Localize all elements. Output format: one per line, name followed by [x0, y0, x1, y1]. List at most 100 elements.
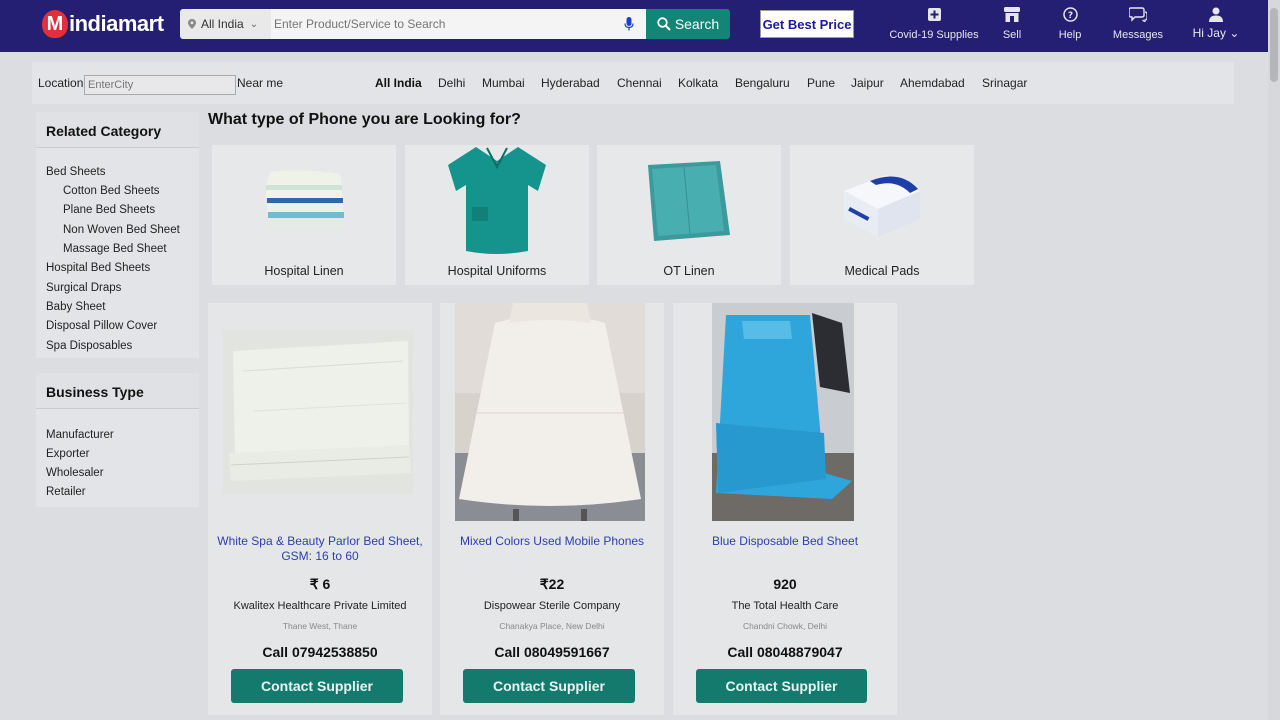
category-link[interactable]: Bed Sheets [46, 166, 105, 178]
product-card: White Spa & Beauty Parlor Bed Sheet, GSM… [208, 303, 432, 715]
business-type-link[interactable]: Retailer [46, 486, 86, 498]
category-link[interactable]: Surgical Draps [46, 282, 121, 294]
product-price: 920 [773, 576, 797, 592]
medical-pads-image [790, 145, 974, 257]
business-type-heading: Business Type [36, 373, 199, 409]
city-link-mumbai[interactable]: Mumbai [482, 76, 525, 90]
category-label: Hospital Uniforms [447, 264, 547, 278]
category-label: OT Linen [663, 264, 715, 278]
chevron-down-icon: ⌄ [1229, 26, 1240, 40]
category-link[interactable]: Hospital Bed Sheets [46, 262, 150, 274]
business-type-panel: Business Type Manufacturer Exporter Whol… [36, 373, 199, 507]
nav-help[interactable]: ? Help [1050, 4, 1090, 48]
page-title: What type of Phone you are Looking for? [208, 111, 521, 128]
category-link[interactable]: Plane Bed Sheets [63, 204, 155, 216]
location-pin-icon [188, 19, 196, 29]
voice-search-button[interactable] [612, 9, 646, 39]
supplier-name[interactable]: The Total Health Care [673, 600, 897, 612]
business-type-link[interactable]: Manufacturer [46, 429, 114, 441]
category-card-hospital-linen[interactable]: Hospital Linen [212, 145, 396, 285]
chat-icon [1129, 6, 1147, 22]
nav-label: Help [1058, 29, 1082, 41]
category-link[interactable]: Massage Bed Sheet [63, 243, 167, 255]
product-price: ₹22 [539, 576, 565, 592]
city-link-pune[interactable]: Pune [807, 76, 835, 90]
nav-account-menu[interactable]: Hi Jay ⌄ [1188, 4, 1244, 48]
nav-label: Hi Jay [1192, 26, 1226, 40]
ot-linen-image [597, 145, 781, 257]
city-input[interactable] [84, 75, 236, 95]
category-link[interactable]: Disposal Pillow Cover [46, 320, 157, 332]
city-link-all-india[interactable]: All India [375, 76, 422, 90]
top-header: M indiamart All India ⌄ Search Get Best … [0, 0, 1268, 52]
business-type-link[interactable]: Wholesaler [46, 467, 104, 479]
supplier-location: Chanakya Place, New Delhi [499, 621, 605, 631]
category-label: Hospital Linen [264, 264, 344, 278]
category-label: Medical Pads [844, 264, 920, 278]
search-button-label: Search [674, 16, 720, 32]
product-image[interactable] [712, 303, 854, 521]
svg-text:?: ? [1067, 11, 1072, 21]
supplier-name[interactable]: Kwalitex Healthcare Private Limited [208, 600, 432, 612]
user-icon [1209, 7, 1223, 22]
hospital-uniforms-image [405, 145, 589, 257]
call-number[interactable]: Call 08048879047 [673, 644, 897, 660]
help-icon: ? [1062, 6, 1078, 22]
store-icon [1004, 6, 1020, 22]
product-title-link[interactable]: Blue Disposable Bed Sheet [679, 534, 891, 549]
category-link[interactable]: Spa Disposables [46, 340, 132, 352]
product-image[interactable] [223, 331, 413, 494]
plus-square-icon [927, 7, 941, 21]
call-number[interactable]: Call 08049591667 [440, 644, 664, 660]
get-best-price-button[interactable]: Get Best Price [760, 10, 854, 38]
logo-mark: M [42, 10, 68, 38]
nav-label: Messages [1112, 29, 1164, 41]
supplier-name[interactable]: Dispowear Sterile Company [440, 600, 664, 612]
call-number[interactable]: Call 07942538850 [208, 644, 432, 660]
location-label: Location [38, 76, 84, 90]
city-link-ahemdabad[interactable]: Ahemdabad [900, 76, 965, 90]
nav-covid-supplies[interactable]: Covid-19 Supplies [886, 4, 982, 48]
city-link-bengaluru[interactable]: Bengaluru [735, 76, 790, 90]
indiamart-logo[interactable]: M indiamart [42, 8, 164, 40]
related-category-panel: Related Category Bed Sheets Cotton Bed S… [36, 112, 199, 358]
location-select-value: All India [201, 17, 244, 31]
city-link-srinagar[interactable]: Srinagar [982, 76, 1027, 90]
city-link-kolkata[interactable]: Kolkata [678, 76, 718, 90]
supplier-location: Thane West, Thane [282, 621, 358, 631]
product-image[interactable] [455, 303, 645, 521]
near-me-link[interactable]: Near me [237, 76, 283, 90]
contact-supplier-button[interactable]: Contact Supplier [231, 669, 403, 703]
category-card-medical-pads[interactable]: Medical Pads [790, 145, 974, 285]
location-bar: Location Near me All India Delhi Mumbai … [32, 62, 1234, 104]
contact-supplier-button[interactable]: Contact Supplier [463, 669, 635, 703]
city-link-delhi[interactable]: Delhi [438, 76, 465, 90]
search-icon [657, 17, 671, 31]
scrollbar-thumb[interactable] [1270, 8, 1278, 82]
search-button[interactable]: Search [646, 9, 730, 39]
category-link[interactable]: Cotton Bed Sheets [63, 185, 160, 197]
location-select[interactable]: All India ⌄ [180, 9, 271, 39]
search-input[interactable] [271, 9, 612, 39]
category-link[interactable]: Baby Sheet [46, 301, 105, 313]
business-type-link[interactable]: Exporter [46, 448, 89, 460]
city-link-chennai[interactable]: Chennai [617, 76, 662, 90]
related-category-heading: Related Category [36, 112, 199, 148]
microphone-icon [624, 17, 634, 31]
city-link-jaipur[interactable]: Jaipur [851, 76, 884, 90]
category-card-hospital-uniforms[interactable]: Hospital Uniforms [405, 145, 589, 285]
category-card-ot-linen[interactable]: OT Linen [597, 145, 781, 285]
product-title-link[interactable]: Mixed Colors Used Mobile Phones [446, 534, 658, 549]
city-link-hyderabad[interactable]: Hyderabad [541, 76, 600, 90]
nav-messages[interactable]: Messages [1108, 4, 1168, 48]
logo-text: indiamart [69, 11, 164, 36]
page-scrollbar[interactable] [1268, 0, 1280, 720]
nav-sell[interactable]: Sell [994, 4, 1030, 48]
contact-supplier-button[interactable]: Contact Supplier [696, 669, 867, 703]
category-link[interactable]: Non Woven Bed Sheet [63, 224, 180, 236]
nav-label: Sell [1002, 29, 1022, 41]
product-card: Blue Disposable Bed Sheet 920 The Total … [673, 303, 897, 715]
chevron-down-icon: ⌄ [249, 18, 259, 30]
nav-label: Covid-19 Supplies [889, 29, 979, 41]
product-title-link[interactable]: White Spa & Beauty Parlor Bed Sheet, GSM… [214, 534, 426, 564]
